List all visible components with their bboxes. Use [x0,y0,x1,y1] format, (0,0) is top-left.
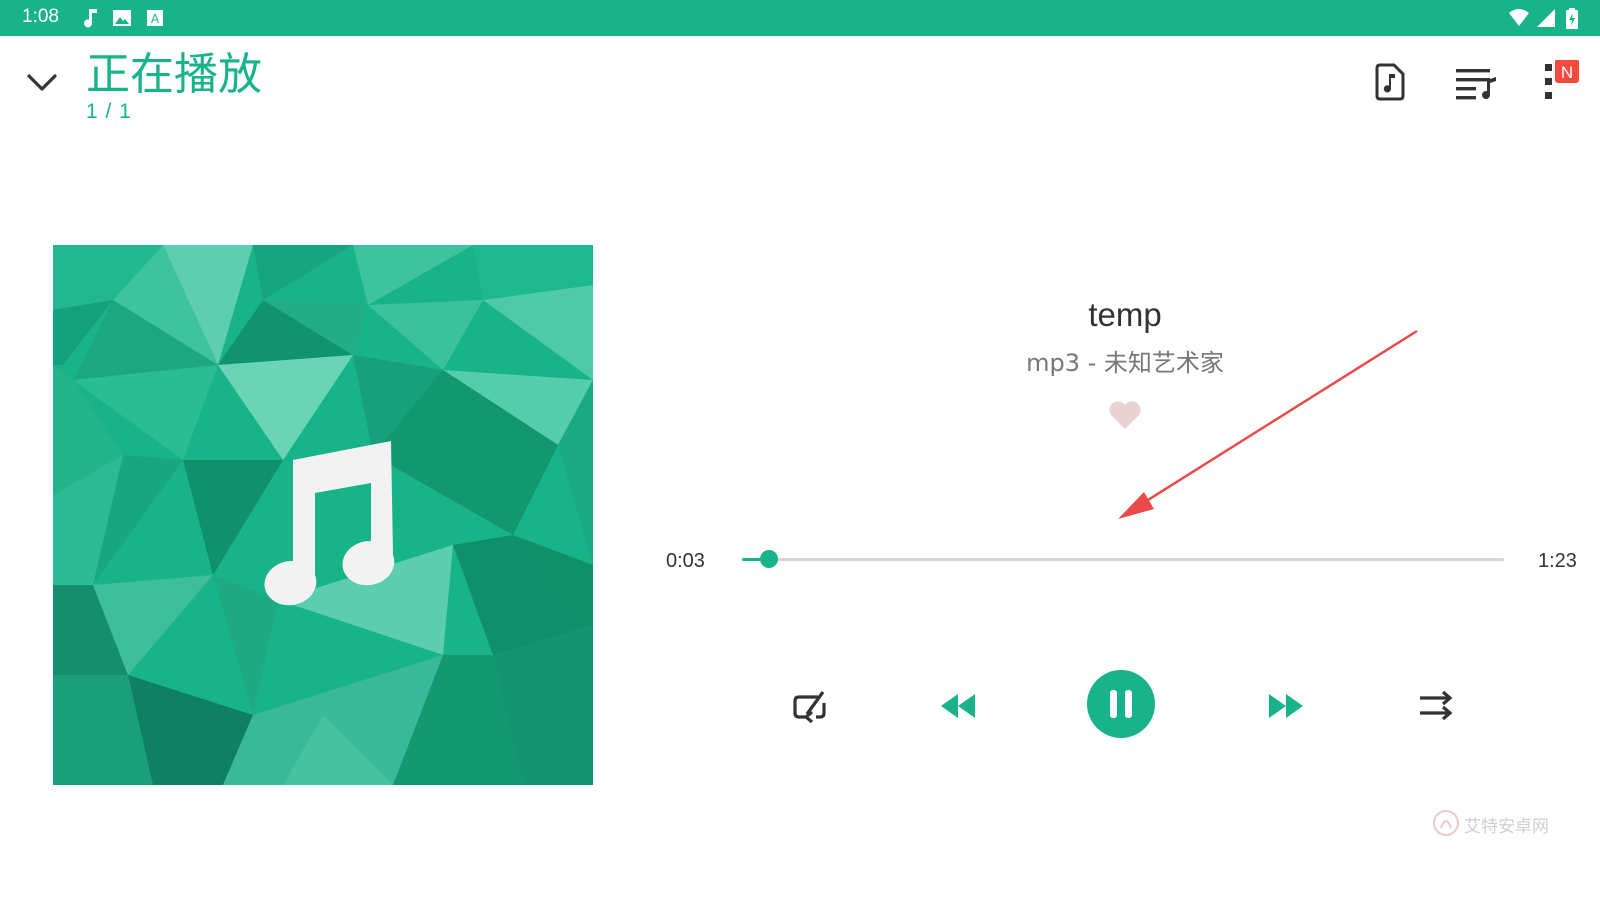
image-icon [113,10,131,26]
svg-text:A: A [151,12,160,26]
shuffle-icon[interactable] [1417,688,1457,724]
status-bar: 1:08 A [0,0,1600,36]
rewind-icon[interactable] [938,690,978,722]
pause-button[interactable] [1086,669,1156,739]
annotation-arrow [1118,329,1418,519]
fast-forward-icon[interactable] [1266,690,1306,722]
watermark-logo-icon [1433,810,1459,836]
battery-icon [1566,8,1578,29]
song-file-icon[interactable] [1368,60,1412,104]
queue-position: 1 / 1 [86,100,132,123]
music-note-icon [84,9,97,28]
current-time: 0:03 [666,550,705,572]
signal-icon [1537,9,1555,27]
status-time: 1:08 [22,6,59,27]
seek-bar-thumb[interactable] [760,550,779,568]
collapse-chevron-icon[interactable] [24,64,60,100]
wifi-icon [1509,9,1529,26]
album-art [53,245,593,785]
more-vert-icon[interactable]: N [1538,60,1588,104]
page-title: 正在播放 [86,49,262,100]
badge-label: N [1561,63,1573,82]
a-box-icon: A [147,10,163,26]
total-time: 1:23 [1538,550,1577,572]
playlist-music-icon[interactable] [1454,60,1498,104]
watermark-text: 艾特安卓网 [1464,817,1549,837]
seek-bar[interactable] [742,550,1504,568]
pause-icon [1110,690,1117,718]
repeat-icon[interactable] [790,688,830,728]
